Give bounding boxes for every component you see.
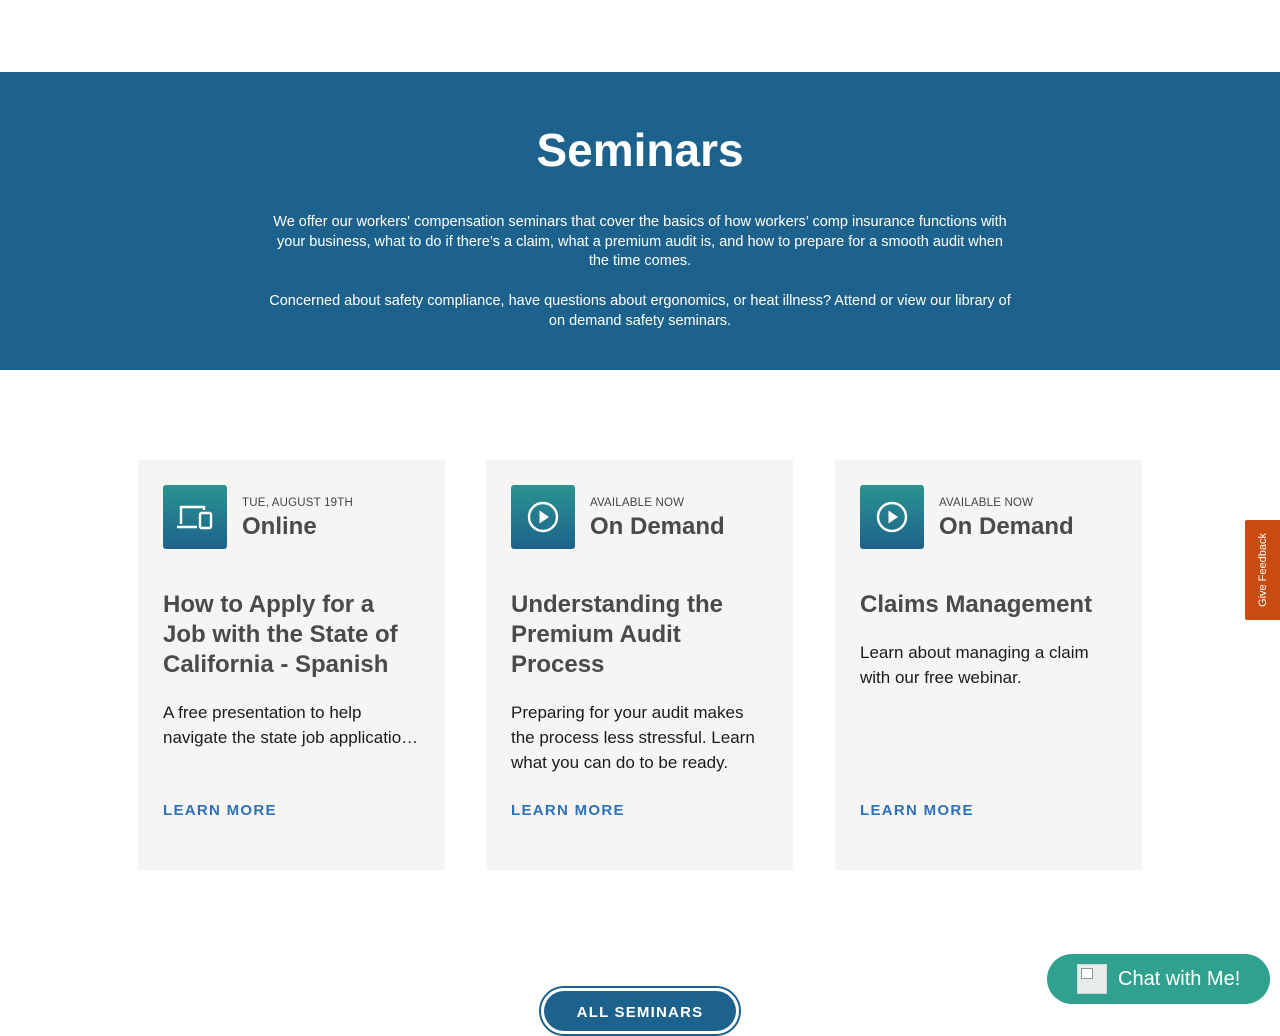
top-header-bar — [0, 0, 1280, 72]
seminar-format: On Demand — [939, 513, 1074, 540]
hero-paragraph-2: Concerned about safety compliance, have … — [269, 293, 1011, 329]
play-circle-icon — [511, 485, 575, 549]
seminar-description: Learn about managing a claim with our fr… — [860, 643, 1089, 687]
hero-paragraph-1: We offer our workers' compensation semin… — [273, 214, 1007, 270]
chat-label: Chat with Me! — [1118, 967, 1241, 990]
chat-avatar-image — [1077, 964, 1107, 994]
seminar-description-line: navigate the state job application proce… — [163, 728, 420, 747]
seminar-card: AVAILABLE NOW On Demand Claims Managemen… — [835, 460, 1142, 870]
all-seminars-button[interactable]: ALL SEMINARS — [544, 991, 736, 1031]
seminar-format: On Demand — [590, 513, 725, 540]
learn-more-link[interactable]: LEARN MORE — [511, 802, 625, 819]
learn-more-link[interactable]: LEARN MORE — [860, 802, 974, 819]
seminar-description-line: A free presentation to help — [163, 703, 362, 722]
seminar-description: Preparing for your audit makes the proce… — [511, 703, 755, 772]
chat-button[interactable]: Chat with Me! — [1047, 954, 1270, 1004]
devices-icon — [163, 485, 227, 549]
seminar-title: Claims Management — [860, 591, 1093, 618]
all-seminars-button-outline[interactable]: ALL SEMINARS — [539, 986, 741, 1036]
seminar-card: TUE, AUGUST 19TH Online How to Apply for… — [138, 460, 445, 870]
seminar-availability: AVAILABLE NOW — [590, 497, 685, 509]
learn-more-link[interactable]: LEARN MORE — [163, 802, 277, 819]
give-feedback-tab[interactable]: Give Feedback — [1245, 520, 1280, 620]
seminars-hero: Seminars We offer our workers' compensat… — [0, 72, 1280, 370]
seminar-format: Online — [242, 513, 317, 540]
give-feedback-label: Give Feedback — [1256, 533, 1269, 607]
seminar-availability: AVAILABLE NOW — [939, 497, 1034, 509]
play-circle-icon — [860, 485, 924, 549]
seminar-date: TUE, AUGUST 19TH — [242, 497, 353, 509]
seminar-description: A free presentation to help navigate the… — [163, 700, 423, 750]
seminar-card: AVAILABLE NOW On Demand Understanding th… — [486, 460, 793, 870]
page-title: Seminars — [536, 124, 744, 176]
seminar-title: Understanding the Premium Audit Process — [511, 591, 724, 678]
seminar-cards: TUE, AUGUST 19TH Online How to Apply for… — [138, 460, 1142, 870]
seminar-title: How to Apply for a Job with the State of… — [163, 591, 398, 678]
